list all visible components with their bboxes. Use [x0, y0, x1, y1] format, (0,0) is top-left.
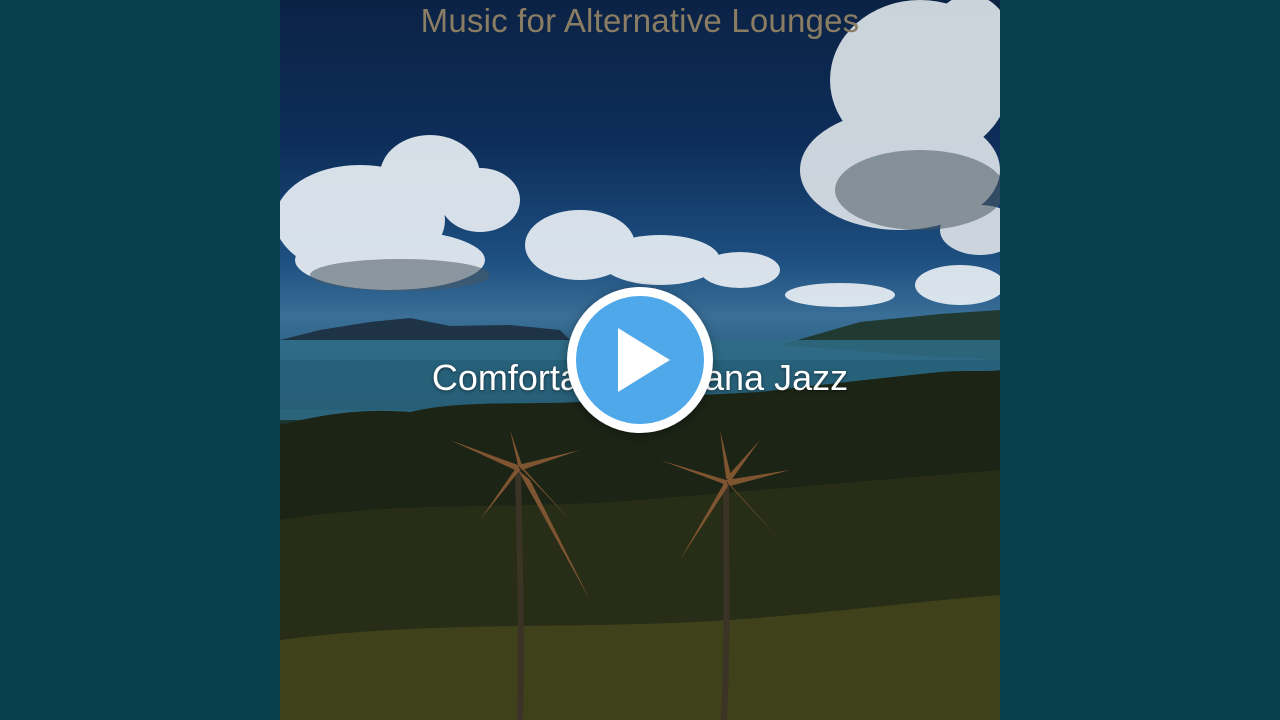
- letterbox-left: [0, 0, 280, 720]
- play-icon: [618, 328, 670, 392]
- play-button[interactable]: [567, 287, 713, 433]
- letterbox-right: [1000, 0, 1280, 720]
- album-title: Music for Alternative Lounges: [420, 2, 860, 39]
- play-button-circle: [576, 296, 704, 424]
- video-player[interactable]: Music for Alternative Lounges Comfortabl…: [0, 0, 1280, 720]
